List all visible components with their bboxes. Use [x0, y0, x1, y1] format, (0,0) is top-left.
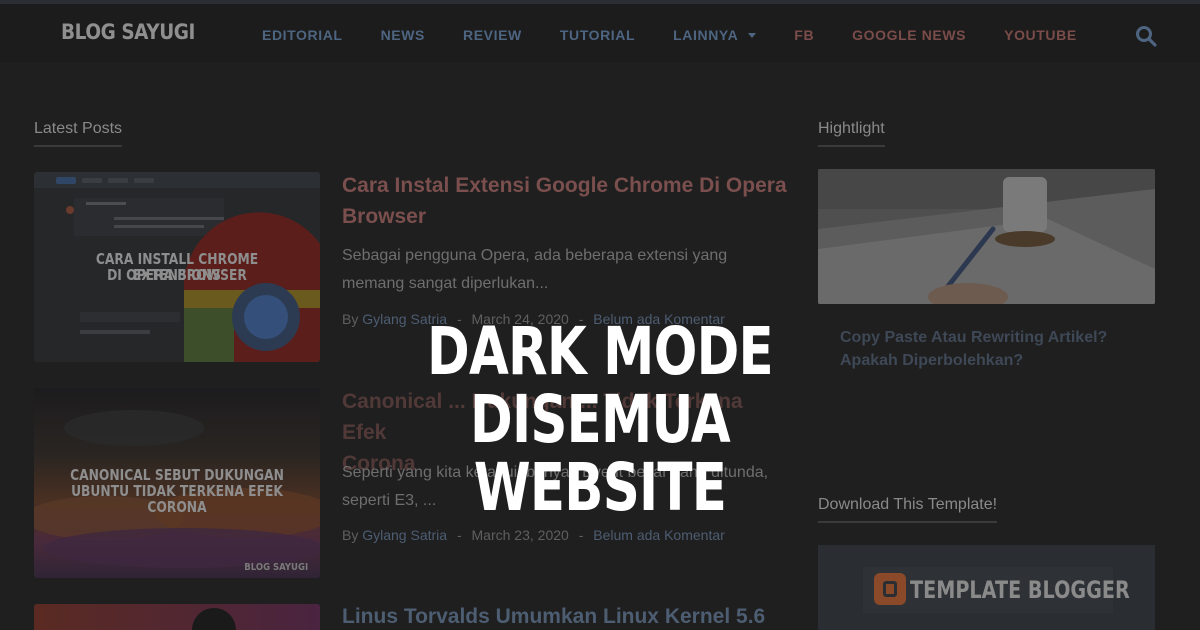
- meta-separator: -: [456, 527, 462, 543]
- excerpt-line: memang sangat diperlukan...: [342, 275, 549, 292]
- nav-item-fb[interactable]: FB: [794, 27, 814, 43]
- download-template-heading: Download This Template!: [818, 496, 998, 523]
- template-banner[interactable]: TEMPLATE BLOGGER: [818, 545, 1155, 630]
- thumbnail-caption-line: DI OPERA BROWSER: [107, 266, 247, 284]
- post-title-link[interactable]: Cara Instal Extensi Google Chrome Di Ope…: [342, 170, 792, 232]
- thumbnail-caption-line: UBUNTU TIDAK TERKENA EFEK CORONA: [71, 482, 283, 516]
- highlight-title-line: Apakah Diperbolehkan?: [840, 352, 1024, 369]
- highlight-title-line: Copy Paste Atau Rewriting Artikel?: [840, 329, 1108, 346]
- post-title-line: Cara Instal Extensi Google Chrome Di Ope…: [342, 174, 787, 197]
- thumbnail-watermark: BLOG SAYUGI: [244, 562, 308, 573]
- author-prefix: By: [342, 527, 359, 543]
- thumbnail-caption-line: CANONICAL SEBUT DUKUNGAN: [70, 466, 284, 484]
- headline-line: DARK MODE: [427, 313, 774, 390]
- nav-item-google-news[interactable]: GOOGLE NEWS: [852, 27, 966, 43]
- top-navbar: BLOG SAYUGI EDITORIAL NEWS REVIEW TUTORI…: [0, 0, 1200, 62]
- highlight-heading: Hightlight: [818, 120, 885, 147]
- blogger-icon-glyph: [883, 581, 897, 597]
- chevron-down-icon: [748, 33, 757, 38]
- nav-item-editorial[interactable]: EDITORIAL: [262, 27, 343, 43]
- post-meta: By Gylang Satria - March 23, 2020 - Belu…: [342, 527, 725, 543]
- main-nav: EDITORIAL NEWS REVIEW TUTORIAL LAINNYA F…: [262, 27, 1077, 43]
- nav-item-review[interactable]: REVIEW: [463, 27, 522, 43]
- search-button[interactable]: [1134, 24, 1158, 48]
- latest-posts-heading: Latest Posts: [34, 120, 123, 147]
- meta-separator: -: [578, 527, 584, 543]
- desk-coffee-image: [818, 169, 1155, 304]
- nav-item-tutorial[interactable]: TUTORIAL: [560, 27, 635, 43]
- search-icon: [1136, 26, 1157, 47]
- nav-item-youtube[interactable]: YOUTUBE: [1004, 27, 1077, 43]
- author-link[interactable]: Gylang Satria: [362, 527, 447, 543]
- linux-kernel-image: [34, 604, 320, 630]
- post-thumbnail[interactable]: CANONICAL SEBUT DUKUNGAN UBUNTU TIDAK TE…: [34, 388, 320, 578]
- nav-item-lainnya-label[interactable]: LAINNYA: [673, 27, 738, 43]
- author-prefix: By: [342, 311, 359, 327]
- excerpt-line: Sebagai pengguna Opera, ada beberapa ext…: [342, 247, 728, 264]
- headline-line: DISEMUA WEBSITE: [470, 381, 731, 526]
- highlight-post-title-link[interactable]: Copy Paste Atau Rewriting Artikel? Apaka…: [840, 326, 1140, 372]
- post-title-line: Linus Torvalds Umumkan Linux Kernel 5.6: [342, 605, 766, 628]
- site-logo[interactable]: BLOG SAYUGI: [61, 20, 195, 44]
- nav-item-lainnya[interactable]: LAINNYA: [673, 27, 757, 43]
- post-excerpt: Sebagai pengguna Opera, ada beberapa ext…: [342, 242, 797, 298]
- dark-mode-headline: DARK MODE DISEMUA WEBSITE: [382, 318, 819, 522]
- post-thumbnail[interactable]: [34, 604, 320, 630]
- nav-item-news[interactable]: NEWS: [381, 27, 425, 43]
- post-date: March 23, 2020: [471, 527, 569, 543]
- highlight-post-image[interactable]: [818, 169, 1155, 304]
- comments-link[interactable]: Belum ada Komentar: [593, 527, 725, 543]
- template-logo-text: TEMPLATE BLOGGER: [910, 576, 1130, 604]
- post-thumbnail[interactable]: CARA INSTALL CHROME EXTENSIONS DI OPERA …: [34, 172, 320, 362]
- blogger-icon: [874, 573, 906, 605]
- post-title-link[interactable]: Linus Torvalds Umumkan Linux Kernel 5.6: [342, 601, 792, 630]
- post-title-line: Browser: [342, 205, 427, 228]
